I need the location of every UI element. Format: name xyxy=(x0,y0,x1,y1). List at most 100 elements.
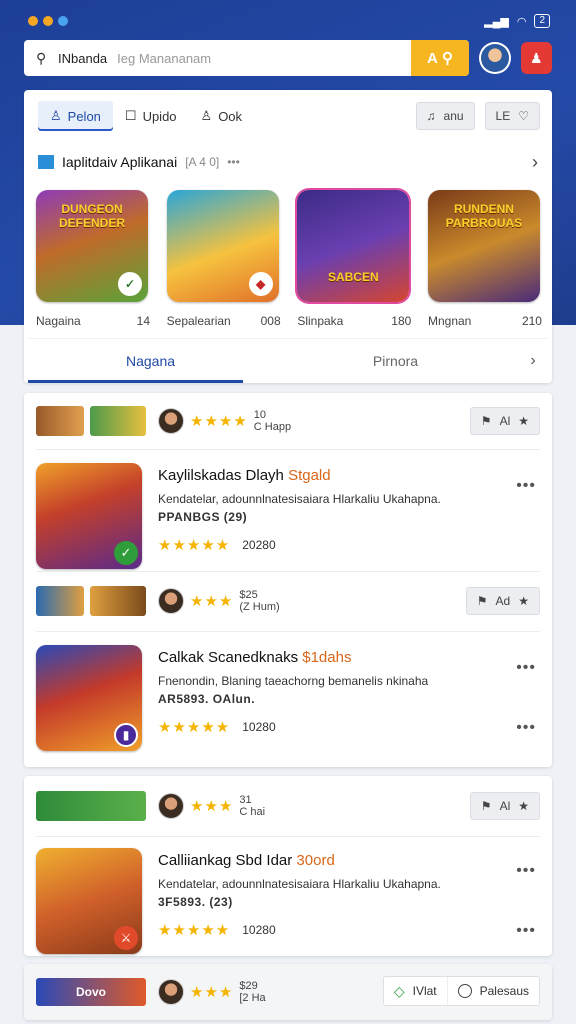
user-alert-button[interactable]: ♟ xyxy=(520,42,552,74)
dot-icon xyxy=(28,16,38,26)
notification-button[interactable]: ♫ anu xyxy=(415,102,475,130)
strip-label: C hai xyxy=(239,806,266,818)
more-icon[interactable]: ••• xyxy=(516,862,536,880)
badge-icon: ▮ xyxy=(114,723,138,747)
list-item[interactable]: ✓ Kaylilskadas Dlayh Stgald Kendatelar, … xyxy=(36,463,540,571)
diamond-icon: ◇ xyxy=(393,982,405,999)
game-list-card: ★★★★ 10 C Happ ⚑ Al ★ ✓ Kaylilskadas Dlayh … xyxy=(24,393,552,767)
search-input[interactable]: ⚲ INbanda Ieg Manananam A ⚲ xyxy=(24,40,469,76)
star-icon[interactable]: ★ xyxy=(518,594,529,608)
more-icon[interactable]: ••• xyxy=(516,659,536,677)
flag-icon[interactable]: ⚑ xyxy=(481,799,492,813)
filter-chip-active[interactable]: ♙ Pelon xyxy=(38,101,113,131)
strip-label: (Z Hum) xyxy=(239,601,280,613)
chevron-right-icon[interactable]: › xyxy=(518,352,548,370)
star-rating: ★★★★ xyxy=(190,413,248,430)
game-name: Mngnan xyxy=(427,314,472,328)
footer-button-first[interactable]: ◇ IVlat xyxy=(384,977,447,1005)
game-description: Kendatelar, adounnlnatesisaiara Hlarkali… xyxy=(158,492,441,506)
star-rating: ★★★ xyxy=(190,798,234,815)
game-card[interactable]: RUNDENN PARBROUAS Mngnan 210 xyxy=(427,190,542,328)
game-art: ✓ xyxy=(36,463,142,569)
game-card[interactable]: SABCEN Slinpaka 180 xyxy=(297,190,411,328)
game-art: ▮ xyxy=(36,645,142,751)
search-row: ⚲ INbanda Ieg Manananam A ⚲ ♟ xyxy=(24,40,552,76)
avatar[interactable] xyxy=(158,793,184,819)
chevron-right-icon[interactable]: › xyxy=(532,152,538,173)
game-number: 210 xyxy=(521,314,542,328)
rating: ★★★★★ 20280 xyxy=(158,536,540,554)
promo-banner[interactable] xyxy=(36,791,146,821)
action-label: Al xyxy=(499,799,511,813)
star-rating: ★★★★★ xyxy=(158,719,231,736)
filter-chip-third[interactable]: ♙ Ook xyxy=(189,101,255,131)
title-highlight: 30ord xyxy=(296,852,335,869)
list-item[interactable]: ▮ Calkak Scanedknaks $1dahs Fnenondin, B… xyxy=(36,645,540,753)
star-rating: ★★★★★ xyxy=(158,537,231,554)
more-icon[interactable]: ••• xyxy=(516,477,536,495)
more-icon[interactable]: ••• xyxy=(516,922,536,940)
filter-row: ♙ Pelon ☐ Upido ♙ Ook ♫ anu LE ♡ xyxy=(38,100,540,132)
game-art: RUNDENN PARBROUAS xyxy=(427,190,540,302)
avatar[interactable] xyxy=(158,588,184,614)
title-highlight: $1dahs xyxy=(302,649,352,666)
star-rating: ★★★ xyxy=(190,984,234,1001)
wifi-icon: ◠ xyxy=(516,15,527,28)
strip-label: C Happ xyxy=(253,421,292,433)
divider xyxy=(36,571,540,572)
section-more: ••• xyxy=(227,155,240,169)
strip-value: 10 xyxy=(253,409,267,421)
strip-value: 31 xyxy=(239,794,252,806)
game-card[interactable]: DUNGEON DEFENDER ✓ Nagaina 14 xyxy=(36,190,150,328)
flag-icon[interactable]: ⚑ xyxy=(481,414,492,428)
strip-actions[interactable]: ⚑ Ad ★ xyxy=(465,587,540,615)
tab-second[interactable]: Pirnora xyxy=(273,339,518,383)
battery-icon: 2 xyxy=(534,14,550,28)
mini-thumb[interactable] xyxy=(90,586,146,616)
strip-value: $25 xyxy=(239,589,258,601)
strip-actions[interactable]: ⚑ Al ★ xyxy=(469,407,540,435)
game-art: ◆ xyxy=(166,190,279,302)
strip-actions[interactable]: ⚑ Al ★ xyxy=(469,792,540,820)
mini-thumb[interactable] xyxy=(36,406,84,436)
mini-thumb[interactable] xyxy=(90,406,146,436)
search-button[interactable]: A ⚲ xyxy=(411,40,469,76)
section-count: [A 4 0] xyxy=(185,155,220,169)
list-item[interactable]: ⚔ Calliiankag Sbd Idar 30ord Kendatelar,… xyxy=(36,848,540,956)
star-rating: ★★★ xyxy=(190,593,234,610)
status-bar: ▂▄▆ ◠ 2 xyxy=(0,0,576,40)
mini-thumb[interactable] xyxy=(36,586,84,616)
title-main: Calliiankag Sbd Idar xyxy=(158,852,293,869)
profile-avatar[interactable] xyxy=(479,42,511,74)
dot-icon xyxy=(43,16,53,26)
footer-button-second[interactable]: Palesaus xyxy=(446,977,539,1005)
game-art: ⚔ xyxy=(36,848,142,954)
favorites-button[interactable]: LE ♡ xyxy=(484,102,540,130)
more-icon[interactable]: ••• xyxy=(516,719,536,737)
star-icon[interactable]: ★ xyxy=(518,414,529,428)
rating-count: 10280 xyxy=(242,720,276,734)
title-main: Kaylilskadas Dlayh xyxy=(158,467,284,484)
game-banner: DUNGEON DEFENDER xyxy=(58,202,125,230)
strip-label: [2 Ha xyxy=(239,992,266,1004)
notification-label: anu xyxy=(443,109,464,123)
promo-banner[interactable]: Dovo xyxy=(36,978,146,1006)
game-name: Sepalearian xyxy=(166,314,231,328)
game-carousel: DUNGEON DEFENDER ✓ Nagaina 14 ◆ Sepaleari… xyxy=(36,190,542,328)
star-icon[interactable]: ★ xyxy=(518,799,529,813)
avatar[interactable] xyxy=(158,408,184,434)
flag-icon[interactable]: ⚑ xyxy=(477,594,488,608)
heart-icon: ♡ xyxy=(518,109,529,123)
section-header: Iaplitdaiv Aplikanai [A 4 0] ••• › xyxy=(38,152,538,172)
game-list-card: ★★★ 31 C hai ⚑ Al ★ ⚔ Calliiankag Sbd Idar … xyxy=(24,776,552,956)
rating: ★★★★★ 10280 xyxy=(158,921,540,939)
game-banner: RUNDENN PARBROUAS xyxy=(445,202,523,230)
filter-chip-second[interactable]: ☐ Upido xyxy=(113,101,189,131)
game-subinfo: AR5893. OAlun. xyxy=(158,692,256,706)
info-strip: ★★★ 31 C hai ⚑ Al ★ xyxy=(36,786,540,826)
search-value: INbanda xyxy=(58,50,108,66)
avatar[interactable] xyxy=(158,979,184,1005)
tab-first[interactable]: Nagana xyxy=(28,339,273,383)
game-card[interactable]: ◆ Sepalearian 008 xyxy=(166,190,281,328)
checkbox-icon: ☐ xyxy=(124,108,137,123)
